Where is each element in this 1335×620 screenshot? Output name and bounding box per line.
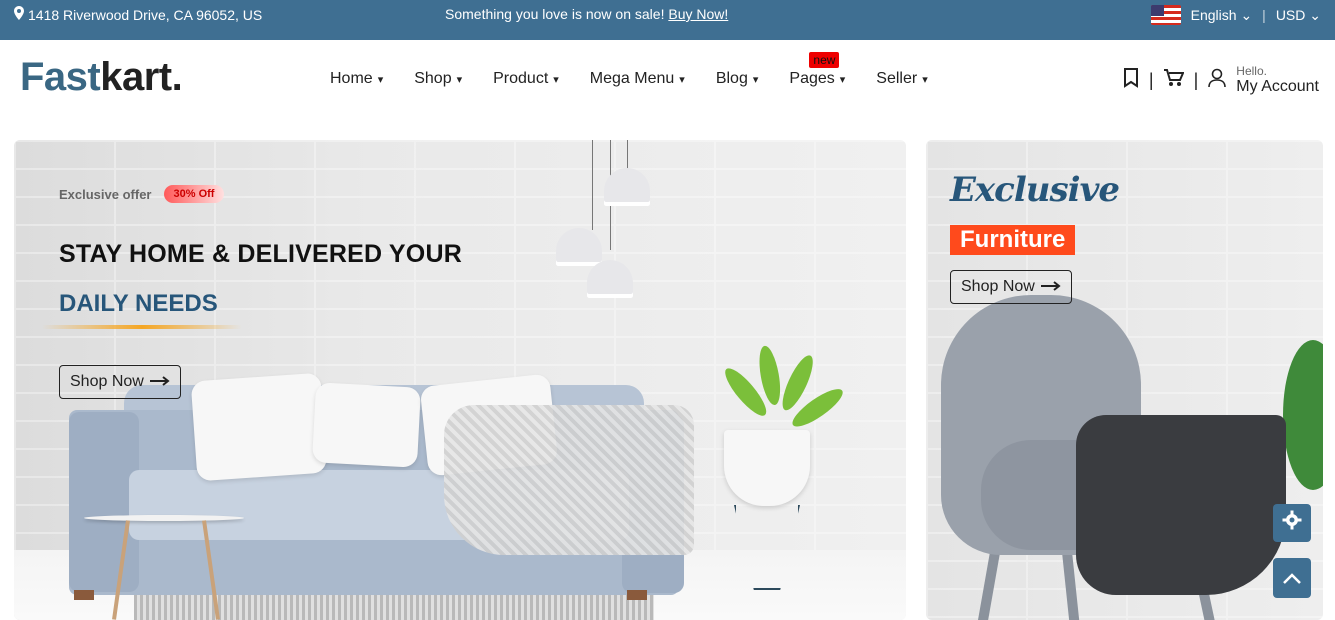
pillow-image bbox=[311, 382, 422, 468]
throw-blanket-image bbox=[444, 405, 694, 555]
sale-text: Something you love is now on sale! bbox=[445, 6, 665, 22]
nav-item-seller[interactable]: Seller ▾ bbox=[876, 70, 927, 88]
chevron-down-icon: ▾ bbox=[456, 73, 463, 86]
nav-item-pages[interactable]: new Pages ▾ bbox=[789, 52, 846, 88]
pendant-lamp-image bbox=[604, 168, 650, 206]
button-label: Shop Now bbox=[70, 373, 144, 390]
lamp-cord bbox=[592, 140, 593, 230]
main-nav: Home ▾ Shop ▾ Product ▾ Mega Menu ▾ Blog ▾ ne… bbox=[330, 52, 928, 88]
divider: | bbox=[1148, 69, 1154, 90]
side-table-image bbox=[84, 515, 244, 521]
account-label: My Account bbox=[1236, 78, 1319, 96]
chevron-down-icon: ⌄ bbox=[1309, 6, 1321, 23]
arrow-right-icon bbox=[1040, 278, 1061, 296]
pendant-lamp-image bbox=[556, 228, 602, 266]
top-bar: 1418 Riverwood Drive, CA 96052, US Somet… bbox=[0, 0, 1335, 40]
gear-icon bbox=[1282, 510, 1302, 536]
nav-item-shop[interactable]: Shop ▾ bbox=[414, 70, 462, 88]
account-greeting: Hello. bbox=[1236, 64, 1267, 78]
address: 1418 Riverwood Drive, CA 96052, US bbox=[14, 6, 262, 23]
side-banner: Exclusive Furniture Shop Now bbox=[926, 140, 1323, 620]
language-select[interactable]: English ⌄ bbox=[1191, 7, 1253, 24]
nav-item-blog[interactable]: Blog ▾ bbox=[716, 70, 759, 88]
sofa-leg bbox=[627, 590, 647, 600]
chevron-down-icon: ▾ bbox=[553, 73, 559, 86]
nav-item-product[interactable]: Product ▾ bbox=[493, 70, 559, 88]
lamp-cord bbox=[627, 140, 628, 170]
hero-banner: Exclusive offer 30% Off STAY HOME & DELI… bbox=[14, 140, 906, 620]
button-label: Shop Now bbox=[961, 278, 1035, 295]
plant-pot-image bbox=[724, 430, 810, 506]
pendant-lamp-image bbox=[587, 260, 633, 298]
locale-selectors: English ⌄ | USD ⌄ bbox=[1150, 5, 1321, 25]
side-banner-title: Exclusive bbox=[950, 170, 1120, 210]
discount-badge: 30% Off bbox=[163, 185, 225, 203]
divider: | bbox=[1193, 69, 1199, 90]
chevron-down-icon: ▾ bbox=[839, 73, 846, 86]
nav-item-home[interactable]: Home ▾ bbox=[330, 70, 383, 88]
cart-icon[interactable] bbox=[1163, 68, 1185, 92]
chevron-down-icon: ▾ bbox=[752, 73, 759, 86]
chevron-up-icon bbox=[1283, 567, 1301, 590]
chevron-down-icon: ▾ bbox=[922, 73, 928, 86]
sale-announcement: Something you love is now on sale! Buy N… bbox=[445, 6, 728, 22]
new-badge: new bbox=[809, 52, 840, 68]
decorative-underline bbox=[42, 325, 242, 329]
scroll-to-top-button[interactable] bbox=[1273, 558, 1311, 598]
settings-gear-button[interactable] bbox=[1273, 504, 1311, 542]
chevron-down-icon: ⌄ bbox=[1240, 6, 1253, 23]
pillow-image bbox=[190, 372, 328, 482]
side-banner-tag: Furniture bbox=[950, 225, 1076, 255]
map-pin-icon bbox=[14, 6, 24, 23]
my-account[interactable]: Hello. My Account bbox=[1236, 64, 1319, 96]
sofa-leg bbox=[74, 590, 94, 600]
hero-subheadline: DAILY NEEDS bbox=[59, 290, 218, 317]
hero-headline: STAY HOME & DELIVERED YOUR bbox=[59, 240, 462, 268]
logo[interactable]: Fastkart. bbox=[20, 55, 183, 100]
arrow-right-icon bbox=[149, 373, 170, 391]
main-header: Fastkart. Home ▾ Shop ▾ Product ▾ Mega Menu… bbox=[0, 40, 1335, 118]
chevron-down-icon: ▾ bbox=[679, 73, 685, 86]
bookmark-icon[interactable] bbox=[1123, 67, 1139, 93]
side-shop-now-button[interactable]: Shop Now bbox=[950, 270, 1072, 304]
nav-item-mega-menu[interactable]: Mega Menu ▾ bbox=[590, 70, 685, 88]
header-actions: | | Hello. My Account bbox=[1123, 64, 1319, 96]
user-icon[interactable] bbox=[1208, 68, 1227, 93]
buy-now-link[interactable]: Buy Now! bbox=[668, 6, 728, 22]
hero-shop-now-button[interactable]: Shop Now bbox=[59, 365, 181, 399]
divider: | bbox=[1262, 7, 1266, 23]
us-flag-icon bbox=[1150, 5, 1181, 25]
chevron-down-icon: ▾ bbox=[377, 73, 384, 86]
logo-part-fast: Fast bbox=[20, 55, 101, 99]
exclusive-offer: Exclusive offer 30% Off bbox=[59, 185, 225, 203]
blanket-image bbox=[1076, 415, 1286, 595]
offer-label: Exclusive offer bbox=[59, 186, 152, 202]
currency-select[interactable]: USD ⌄ bbox=[1276, 7, 1321, 24]
address-text: 1418 Riverwood Drive, CA 96052, US bbox=[28, 6, 263, 23]
logo-part-kart: kart. bbox=[100, 55, 183, 99]
